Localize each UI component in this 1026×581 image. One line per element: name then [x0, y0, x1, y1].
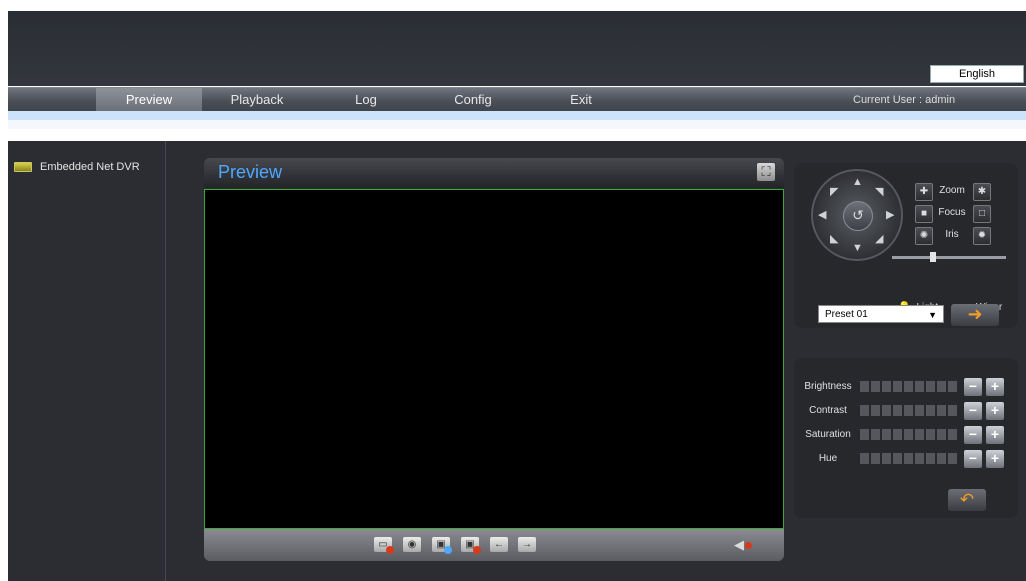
- brightness-increase-button[interactable]: +: [986, 378, 1004, 396]
- language-select[interactable]: English: [930, 65, 1024, 83]
- brightness-label: Brightness: [804, 381, 852, 392]
- tab-exit[interactable]: Exit: [528, 88, 634, 112]
- ptz-down-left-icon[interactable]: ◣: [830, 232, 838, 245]
- ptz-speed-slider-thumb[interactable]: [930, 252, 936, 262]
- saturation-increase-button[interactable]: +: [986, 426, 1004, 444]
- current-user-label: Current User : admin: [853, 94, 956, 106]
- contrast-decrease-button[interactable]: −: [964, 402, 982, 420]
- ptz-down-right-icon[interactable]: ◢: [875, 232, 883, 245]
- fullscreen-icon[interactable]: ⛶: [757, 163, 775, 181]
- focus-near-icon[interactable]: ■: [915, 205, 933, 223]
- hue-level-bar: [860, 453, 957, 464]
- saturation-row: Saturation − +: [802, 426, 1018, 444]
- next-icon[interactable]: →: [518, 537, 536, 552]
- saturation-decrease-button[interactable]: −: [964, 426, 982, 444]
- tab-config[interactable]: Config: [420, 88, 526, 112]
- capture-icon[interactable]: ◉: [403, 537, 421, 552]
- brightness-level-bar: [860, 381, 957, 392]
- top-margin: [0, 0, 1026, 11]
- contrast-label: Contrast: [809, 405, 847, 416]
- chevron-down-icon: ▼: [928, 310, 937, 320]
- contrast-row: Contrast − +: [802, 402, 1018, 420]
- preview-toolbar: ▭ ◉ ▣ ▣ ← → ◀: [204, 529, 784, 561]
- tab-log[interactable]: Log: [318, 88, 414, 112]
- preset-value: Preset 01: [825, 309, 868, 320]
- ptz-left-icon[interactable]: ◀: [818, 208, 826, 221]
- preview-header: Preview ⛶: [204, 158, 784, 188]
- zoom-out-icon[interactable]: ✱: [973, 183, 991, 201]
- ptz-direction-pad[interactable]: ▲ ▼ ◀ ▶ ◤ ◥ ◣ ◢ ↺: [811, 169, 903, 261]
- ptz-down-icon[interactable]: ▼: [852, 242, 863, 254]
- device-tree: Embedded Net DVR: [8, 141, 166, 581]
- zoom-in-icon[interactable]: ✚: [915, 183, 933, 201]
- hue-row: Hue − +: [802, 450, 1018, 468]
- contrast-increase-button[interactable]: +: [986, 402, 1004, 420]
- ptz-up-right-icon[interactable]: ◥: [875, 185, 883, 198]
- ptz-speed-slider[interactable]: [892, 256, 1006, 259]
- ptz-up-icon[interactable]: ▲: [852, 176, 863, 188]
- preview-title: Preview: [218, 162, 283, 182]
- nav-stripe: [8, 111, 1026, 120]
- video-window[interactable]: [204, 189, 784, 529]
- focus-label: Focus: [938, 207, 966, 218]
- preset-select[interactable]: Preset 01 ▼: [818, 305, 944, 323]
- contrast-level-bar: [860, 405, 957, 416]
- volume-icon[interactable]: ◀: [734, 537, 752, 553]
- focus-far-icon[interactable]: □: [973, 205, 991, 223]
- tab-playback[interactable]: Playback: [204, 88, 310, 112]
- main-area: Embedded Net DVR Preview ⛶ ▭ ◉ ▣ ▣ ← → ◀…: [8, 141, 1026, 581]
- iris-label: Iris: [945, 229, 959, 240]
- ptz-up-left-icon[interactable]: ◤: [830, 185, 838, 198]
- brightness-decrease-button[interactable]: −: [964, 378, 982, 396]
- tab-preview[interactable]: Preview: [96, 88, 202, 112]
- header-bar: English: [8, 11, 1026, 86]
- brightness-row: Brightness − +: [802, 378, 1018, 396]
- record-stop-icon[interactable]: ▣: [461, 537, 481, 554]
- content-gap: [8, 129, 1026, 141]
- iris-open-icon[interactable]: ✺: [915, 227, 933, 245]
- hue-decrease-button[interactable]: −: [964, 450, 982, 468]
- previous-icon[interactable]: ←: [490, 537, 508, 552]
- main-nav: Preview Playback Log Config Exit Current…: [8, 87, 1026, 112]
- ptz-right-icon[interactable]: ▶: [886, 208, 894, 221]
- preset-go-button[interactable]: ➜: [951, 304, 999, 326]
- stop-preview-icon[interactable]: ▭: [374, 537, 394, 554]
- saturation-level-bar: [860, 429, 957, 440]
- zoom-label: Zoom: [939, 185, 965, 196]
- device-name: Embedded Net DVR: [40, 161, 140, 173]
- arrow-right-icon: ➜: [967, 304, 983, 324]
- device-tree-item[interactable]: Embedded Net DVR: [14, 161, 140, 173]
- hue-label: Hue: [818, 453, 838, 464]
- hue-increase-button[interactable]: +: [986, 450, 1004, 468]
- record-start-icon[interactable]: ▣: [432, 537, 452, 554]
- saturation-label: Saturation: [805, 429, 851, 440]
- dvr-device-icon: [14, 162, 32, 172]
- iris-close-icon[interactable]: ✹: [973, 227, 991, 245]
- auto-scan-icon[interactable]: ↺: [843, 201, 873, 231]
- undo-arrow-icon: ↶: [959, 490, 975, 509]
- reset-default-button[interactable]: ↶: [948, 489, 986, 511]
- nav-stripe-light: [8, 120, 1026, 129]
